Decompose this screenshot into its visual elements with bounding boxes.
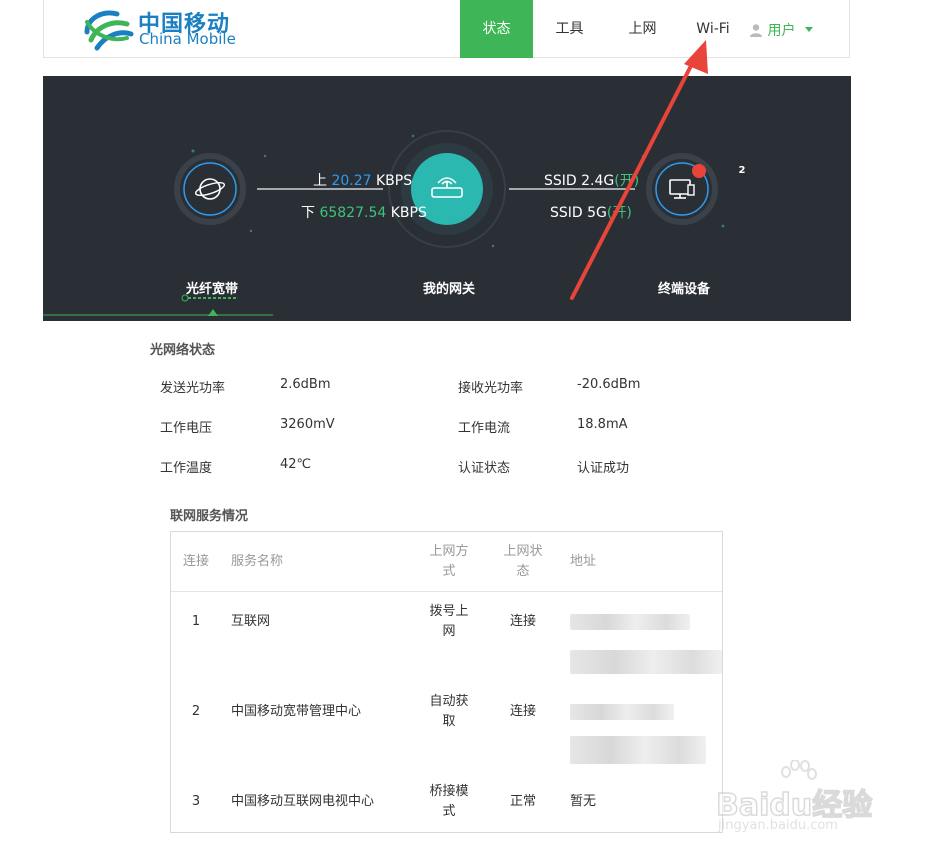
row-service-name: 中国移动互联网电视中心: [231, 794, 375, 809]
annotation-arrow-icon: [570, 40, 708, 300]
row-access-method: 拨号上 网: [429, 604, 469, 639]
service-table: 连接 服务名称 上网方 式 上网状 态 地址 1 互联网 拨号上 网 连接 2 …: [170, 531, 723, 833]
user-icon: [750, 24, 762, 37]
watermark-url: jingyan.baidu.com: [718, 818, 838, 833]
optical-key: 工作温度: [160, 461, 213, 476]
optical-key: 接收光功率: [458, 381, 524, 396]
header-connection: 连接: [182, 554, 209, 569]
download-rate: 下 65827.54 KBPS: [301, 202, 427, 222]
download-value: 65827.54: [319, 205, 387, 221]
user-label: 用户: [767, 23, 796, 39]
table-row: 2 中国移动宽带管理中心 自动获 取 连接: [171, 682, 722, 772]
upload-value: 20.27: [331, 173, 372, 189]
optical-value: 42℃: [280, 457, 312, 472]
row-access-status: 连接: [509, 704, 536, 719]
row-access-method: 自动获 取: [429, 694, 469, 729]
upload-prefix: 上: [313, 173, 327, 189]
upload-unit: KBPS: [376, 173, 413, 189]
row-index: 2: [191, 704, 201, 719]
brand-name-en: China Mobile: [139, 30, 236, 48]
row-index: 3: [191, 794, 201, 809]
service-status-title: 联网服务情况: [170, 509, 249, 524]
optical-key: 工作电流: [458, 421, 511, 436]
fiber-broadband-tab[interactable]: 光纤宽带: [186, 278, 238, 297]
address-redacted: [570, 704, 674, 720]
row-access-status: 正常: [509, 794, 536, 809]
optical-key: 认证状态: [458, 461, 511, 476]
row-index: 1: [191, 614, 201, 629]
address-redacted: [570, 650, 722, 674]
address-redacted: [570, 614, 690, 630]
header-service-name: 服务名称: [231, 554, 284, 569]
optical-value: -20.6dBm: [577, 377, 641, 392]
optical-value: 3260mV: [280, 417, 335, 432]
row-access-method: 桥接模 式: [429, 784, 469, 819]
upload-rate: 上 20.27 KBPS: [313, 170, 412, 190]
globe-icon: [174, 153, 246, 225]
header-access-method: 上网方 式: [429, 544, 469, 579]
address-redacted: [570, 736, 706, 764]
network-overview-panel: 上 20.27 KBPS 下 65827.54 KBPS SSID 2.4G(开…: [43, 76, 851, 321]
my-gateway-tab[interactable]: 我的网关: [423, 278, 475, 297]
header-address: 地址: [570, 554, 597, 569]
caret-down-icon: [804, 27, 813, 32]
row-service-name: 互联网: [231, 614, 271, 629]
optical-value: 认证成功: [577, 461, 630, 476]
download-prefix: 下: [301, 205, 315, 221]
optical-status-title: 光网络状态: [150, 343, 216, 358]
nav-tab-status[interactable]: 状态: [460, 0, 533, 58]
baidu-jingyan-watermark: Baidu经验 jingyan.baidu.com: [715, 760, 896, 840]
row-address: 暂无: [570, 794, 597, 809]
table-row: 3 中国移动互联网电视中心 桥接模 式 正常 暂无: [171, 772, 722, 832]
optical-value: 2.6dBm: [280, 377, 331, 392]
optical-key: 发送光功率: [160, 381, 226, 396]
table-row: 1 互联网 拨号上 网 连接: [171, 592, 722, 682]
optical-value: 18.8mA: [577, 417, 628, 432]
optical-key: 工作电压: [160, 421, 213, 436]
row-service-name: 中国移动宽带管理中心: [231, 704, 362, 719]
user-menu[interactable]: 用户: [749, 20, 814, 40]
download-unit: KBPS: [390, 205, 427, 221]
device-count-badge: 2: [738, 165, 746, 176]
header-access-status: 上网状 态: [503, 544, 543, 579]
row-access-status: 连接: [509, 614, 536, 629]
